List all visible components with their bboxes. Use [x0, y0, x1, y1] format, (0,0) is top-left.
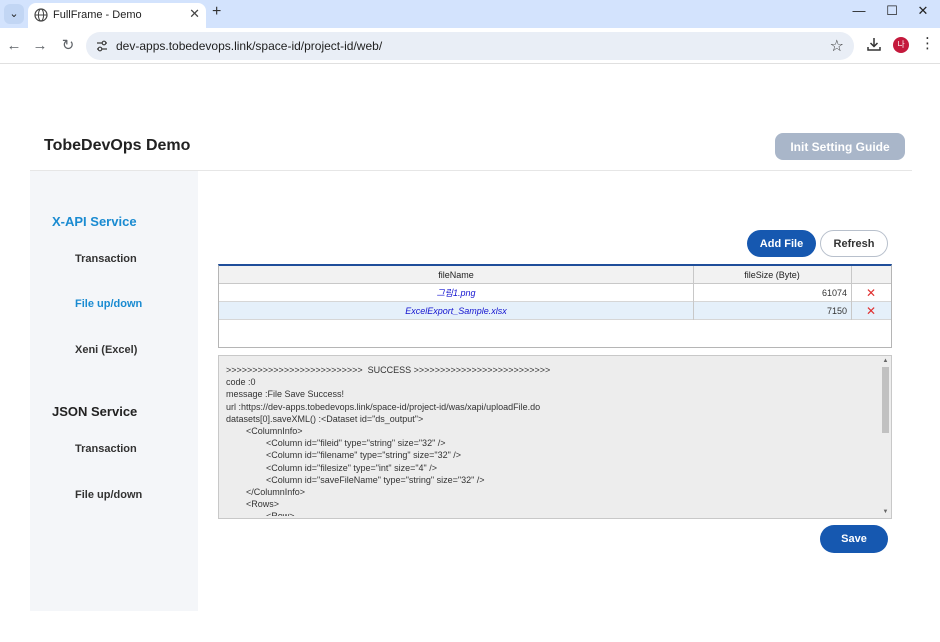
file-grid: fileName fileSize (Byte) 그림1.png 61074 ✕… [218, 264, 892, 348]
save-button[interactable]: Save [820, 525, 888, 553]
scroll-up-icon[interactable]: ▲ [881, 357, 890, 366]
sidebar-group-json[interactable]: JSON Service [52, 404, 137, 419]
forward-icon[interactable]: → [30, 37, 50, 55]
sidebar: X-API Service Transaction File up/down X… [30, 171, 198, 611]
minimize-icon[interactable]: — [844, 3, 874, 18]
tab-title: FullFrame - Demo [53, 9, 142, 21]
column-separator [851, 284, 852, 302]
delete-icon[interactable]: ✕ [851, 302, 891, 320]
sidebar-item-json-transaction[interactable]: Transaction [75, 443, 137, 455]
grid-header: fileName fileSize (Byte) [219, 266, 891, 284]
browser-tabstrip: ⌄ FullFrame - Demo ✕ + — ☐ ✕ [0, 0, 940, 28]
column-separator [851, 302, 852, 320]
column-header-filesize[interactable]: fileSize (Byte) [693, 266, 851, 284]
back-icon[interactable]: ← [4, 37, 24, 55]
site-settings-icon[interactable] [95, 39, 109, 53]
sidebar-item-json-file-updown[interactable]: File up/down [75, 489, 142, 501]
file-name-cell[interactable]: ExcelExport_Sample.xlsx [219, 302, 693, 320]
column-header-filename[interactable]: fileName [219, 266, 693, 284]
address-bar[interactable]: dev-apps.tobedevops.link/space-id/projec… [86, 32, 854, 60]
tab-search-button[interactable]: ⌄ [4, 4, 24, 24]
browser-toolbar: ← → ↻ dev-apps.tobedevops.link/space-id/… [0, 28, 940, 64]
download-icon[interactable] [866, 36, 882, 52]
browser-menu-icon[interactable]: ⋮ [920, 36, 935, 52]
response-log-text: >>>>>>>>>>>>>>>>>>>>>>>>>> SUCCESS >>>>>… [226, 365, 551, 516]
file-size-cell: 7150 [826, 306, 847, 316]
column-separator [693, 302, 694, 320]
page-title: TobeDevOps Demo [44, 137, 191, 154]
bookmark-star-icon[interactable]: ☆ [830, 36, 844, 56]
globe-icon [34, 8, 48, 22]
delete-icon[interactable]: ✕ [851, 284, 891, 302]
maximize-icon[interactable]: ☐ [877, 3, 907, 19]
file-name-cell[interactable]: 그림1.png [219, 284, 693, 302]
sidebar-group-xapi[interactable]: X-API Service [52, 214, 137, 229]
sidebar-item-xapi-file-updown[interactable]: File up/down [75, 298, 142, 310]
refresh-button[interactable]: Refresh [820, 230, 888, 257]
close-window-icon[interactable]: ✕ [908, 3, 938, 19]
response-log[interactable]: >>>>>>>>>>>>>>>>>>>>>>>>>> SUCCESS >>>>>… [218, 355, 892, 519]
log-scrollbar[interactable]: ▲ ▼ [880, 356, 891, 518]
profile-avatar[interactable]: 나 [893, 37, 909, 53]
sidebar-item-xapi-xeni-excel[interactable]: Xeni (Excel) [75, 344, 137, 356]
table-row[interactable]: ExcelExport_Sample.xlsx 7150 ✕ [219, 302, 891, 320]
column-separator [851, 266, 852, 284]
browser-tab[interactable]: FullFrame - Demo ✕ [28, 3, 206, 28]
sidebar-item-xapi-transaction[interactable]: Transaction [75, 253, 137, 265]
column-separator [693, 284, 694, 302]
file-size-cell: 61074 [821, 288, 847, 298]
column-separator [693, 266, 694, 284]
url-text: dev-apps.tobedevops.link/space-id/projec… [116, 39, 383, 53]
add-file-button[interactable]: Add File [747, 230, 816, 257]
scroll-down-icon[interactable]: ▼ [881, 508, 890, 517]
reload-icon[interactable]: ↻ [58, 37, 78, 55]
chevron-down-icon: ⌄ [9, 8, 19, 20]
init-setting-guide-button[interactable]: Init Setting Guide [775, 133, 905, 160]
new-tab-icon[interactable]: + [212, 3, 221, 21]
close-tab-icon[interactable]: ✕ [189, 6, 200, 22]
column-header-delete [851, 266, 891, 284]
table-row[interactable]: 그림1.png 61074 ✕ [219, 284, 891, 302]
scroll-thumb[interactable] [882, 367, 889, 433]
